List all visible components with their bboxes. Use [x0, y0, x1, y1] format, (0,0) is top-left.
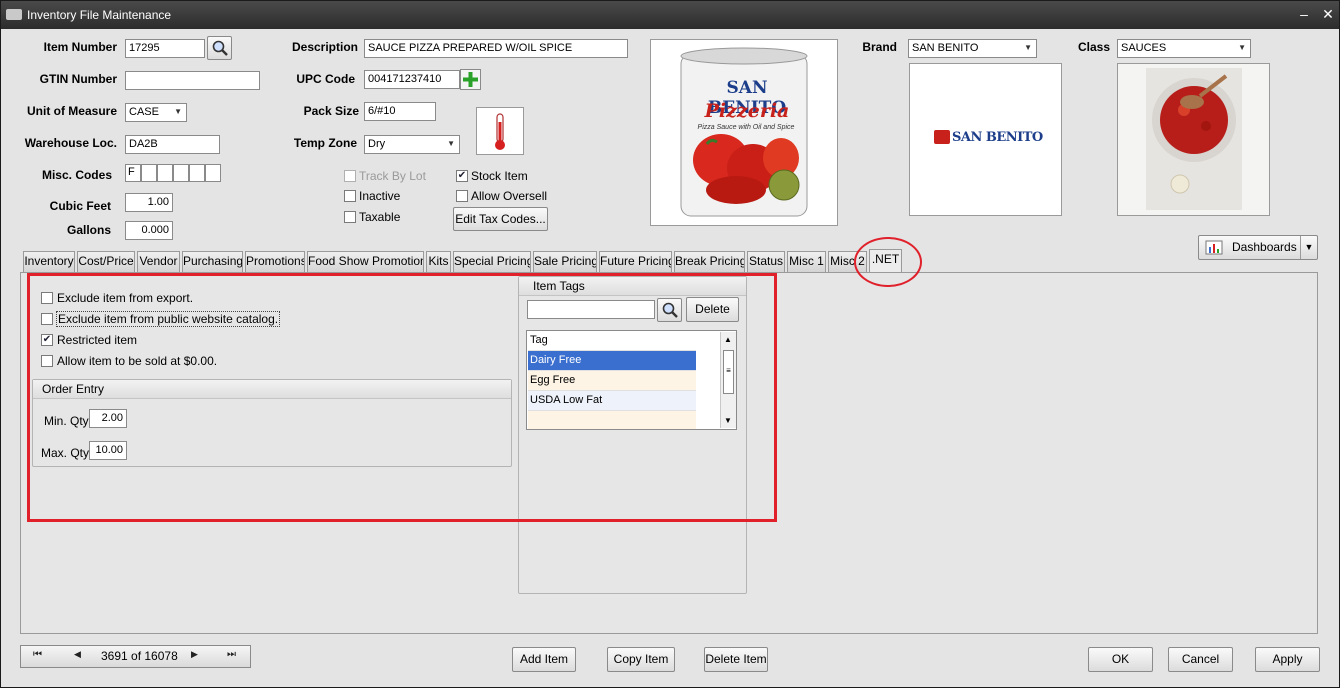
tab-special-pricing[interactable]: Special Pricing	[453, 251, 531, 272]
upc-field[interactable]: 004171237410	[364, 70, 460, 89]
chevron-down-icon[interactable]: ▼	[1300, 236, 1317, 259]
tab-break-pricing[interactable]: Break Pricing	[674, 251, 745, 272]
misc-code-4[interactable]	[173, 164, 189, 182]
inactive-checkbox[interactable]	[344, 190, 356, 202]
gallons-field[interactable]: 0.000	[125, 221, 173, 240]
tab-promotions[interactable]: Promotions	[245, 251, 305, 272]
tab-food-show-promotions[interactable]: Food Show Promotions	[307, 251, 424, 272]
taxable-checkbox[interactable]	[344, 211, 356, 223]
gtin-label: GTIN Number	[39, 72, 117, 86]
next-record-icon[interactable]: ▶	[191, 649, 198, 660]
cubic-feet-label: Cubic Feet	[49, 199, 111, 213]
stock-item-label: Stock Item	[471, 169, 528, 183]
cancel-button[interactable]: Cancel	[1168, 647, 1233, 672]
item-number-label: Item Number	[43, 40, 117, 54]
misc-code-5[interactable]	[189, 164, 205, 182]
add-item-button[interactable]: Add Item	[512, 647, 576, 672]
pack-size-field[interactable]: 6/#10	[364, 102, 436, 121]
title-bar: Inventory File Maintenance – ✕	[1, 1, 1339, 29]
tab-future-pricing[interactable]: Future Pricing	[599, 251, 672, 272]
allow-oversell-checkbox[interactable]	[456, 190, 468, 202]
ok-button[interactable]: OK	[1088, 647, 1153, 672]
tab-purchasing[interactable]: Purchasing	[182, 251, 243, 272]
close-button[interactable]: ✕	[1319, 6, 1337, 22]
brand-value: SAN BENITO	[912, 42, 979, 54]
class-value: SAUCES	[1121, 42, 1167, 54]
class-dropdown[interactable]: SAUCES ▼	[1117, 39, 1251, 58]
delete-item-button[interactable]: Delete Item	[704, 647, 768, 672]
thermometer-icon	[476, 107, 524, 155]
description-field[interactable]: SAUCE PIZZA PREPARED W/OIL SPICE	[364, 39, 628, 58]
misc-code-6[interactable]	[205, 164, 221, 182]
brand-logo: SAN BENITO	[909, 63, 1062, 216]
highlight-oval	[854, 237, 922, 287]
class-image	[1117, 63, 1270, 216]
tab-misc-1[interactable]: Misc 1	[787, 251, 826, 272]
gallons-label: Gallons	[66, 223, 111, 237]
brand-logo-text: SAN BENITO	[952, 130, 1043, 145]
tab-kits[interactable]: Kits	[426, 251, 451, 272]
chevron-down-icon: ▼	[447, 139, 455, 148]
app-icon	[6, 9, 22, 20]
upc-label: UPC Code	[296, 72, 355, 86]
allow-oversell-label: Allow Oversell	[471, 189, 548, 203]
cubic-feet-field[interactable]: 1.00	[125, 193, 173, 212]
description-label: Description	[291, 40, 358, 54]
gtin-field[interactable]	[125, 71, 260, 90]
temp-zone-value: Dry	[368, 138, 386, 150]
dashboards-button[interactable]: Dashboards ▼	[1198, 235, 1318, 260]
edit-tax-codes-button[interactable]: Edit Tax Codes...	[453, 207, 548, 231]
record-navigator: ⏮ ◀ 3691 of 16078 ▶ ⏭	[20, 645, 251, 668]
chevron-down-icon: ▼	[1238, 43, 1246, 52]
inactive-label: Inactive	[359, 189, 401, 203]
misc-code-1[interactable]: F	[125, 164, 141, 182]
uom-value: CASE	[129, 106, 159, 118]
chart-icon	[1205, 240, 1223, 255]
tab-inventory[interactable]: Inventory	[23, 251, 75, 272]
stock-item-checkbox[interactable]: ✔	[456, 170, 468, 182]
inventory-window: Inventory File Maintenance – ✕ Item Numb…	[0, 0, 1340, 688]
last-record-icon[interactable]: ⏭	[227, 649, 236, 660]
misc-code-3[interactable]	[157, 164, 173, 182]
class-label: Class	[1077, 40, 1110, 54]
chevron-down-icon: ▼	[1024, 43, 1032, 52]
product-sub-text: Pizza Sauce with Oil and Spice	[697, 124, 795, 131]
prev-record-icon[interactable]: ◀	[74, 649, 81, 660]
brand-label: Brand	[862, 40, 897, 54]
misc-code-2[interactable]	[141, 164, 157, 182]
search-icon	[212, 40, 228, 56]
track-by-lot-label: Track By Lot	[359, 169, 426, 183]
uom-dropdown[interactable]: CASE ▼	[125, 103, 187, 122]
item-number-field[interactable]: 17295	[125, 39, 205, 58]
window-title: Inventory File Maintenance	[27, 8, 172, 22]
chevron-down-icon: ▼	[174, 107, 182, 116]
add-upc-button[interactable]	[460, 69, 481, 90]
brand-dropdown[interactable]: SAN BENITO ▼	[908, 39, 1037, 58]
misc-codes-label: Misc. Codes	[41, 168, 112, 182]
apply-button[interactable]: Apply	[1255, 647, 1320, 672]
temp-zone-dropdown[interactable]: Dry ▼	[364, 135, 460, 154]
tab-vendor[interactable]: Vendor	[137, 251, 180, 272]
warehouse-field[interactable]: DA2B	[125, 135, 220, 154]
tab-status[interactable]: Status	[747, 251, 785, 272]
track-by-lot-checkbox[interactable]	[344, 170, 356, 182]
record-position: 3691 of 16078	[101, 649, 178, 663]
temp-zone-label: Temp Zone	[293, 136, 357, 150]
tab-cost-price[interactable]: Cost/Price	[77, 251, 135, 272]
product-name-text: Pizzeria	[704, 100, 790, 122]
pack-size-label: Pack Size	[303, 104, 359, 118]
product-image: SAN BENITO Pizzeria Pizza Sauce with Oil…	[650, 39, 838, 226]
item-search-button[interactable]	[207, 36, 232, 60]
copy-item-button[interactable]: Copy Item	[607, 647, 675, 672]
brand-emblem-icon	[934, 130, 950, 144]
tab-sale-pricing[interactable]: Sale Pricing	[533, 251, 597, 272]
dashboards-label: Dashboards	[1232, 240, 1297, 254]
warehouse-label: Warehouse Loc.	[24, 136, 117, 150]
plus-icon	[463, 72, 478, 87]
taxable-label: Taxable	[359, 210, 401, 224]
highlight-box	[27, 273, 777, 522]
uom-label: Unit of Measure	[26, 104, 117, 118]
minimize-button[interactable]: –	[1295, 6, 1313, 22]
first-record-icon[interactable]: ⏮	[33, 649, 42, 660]
